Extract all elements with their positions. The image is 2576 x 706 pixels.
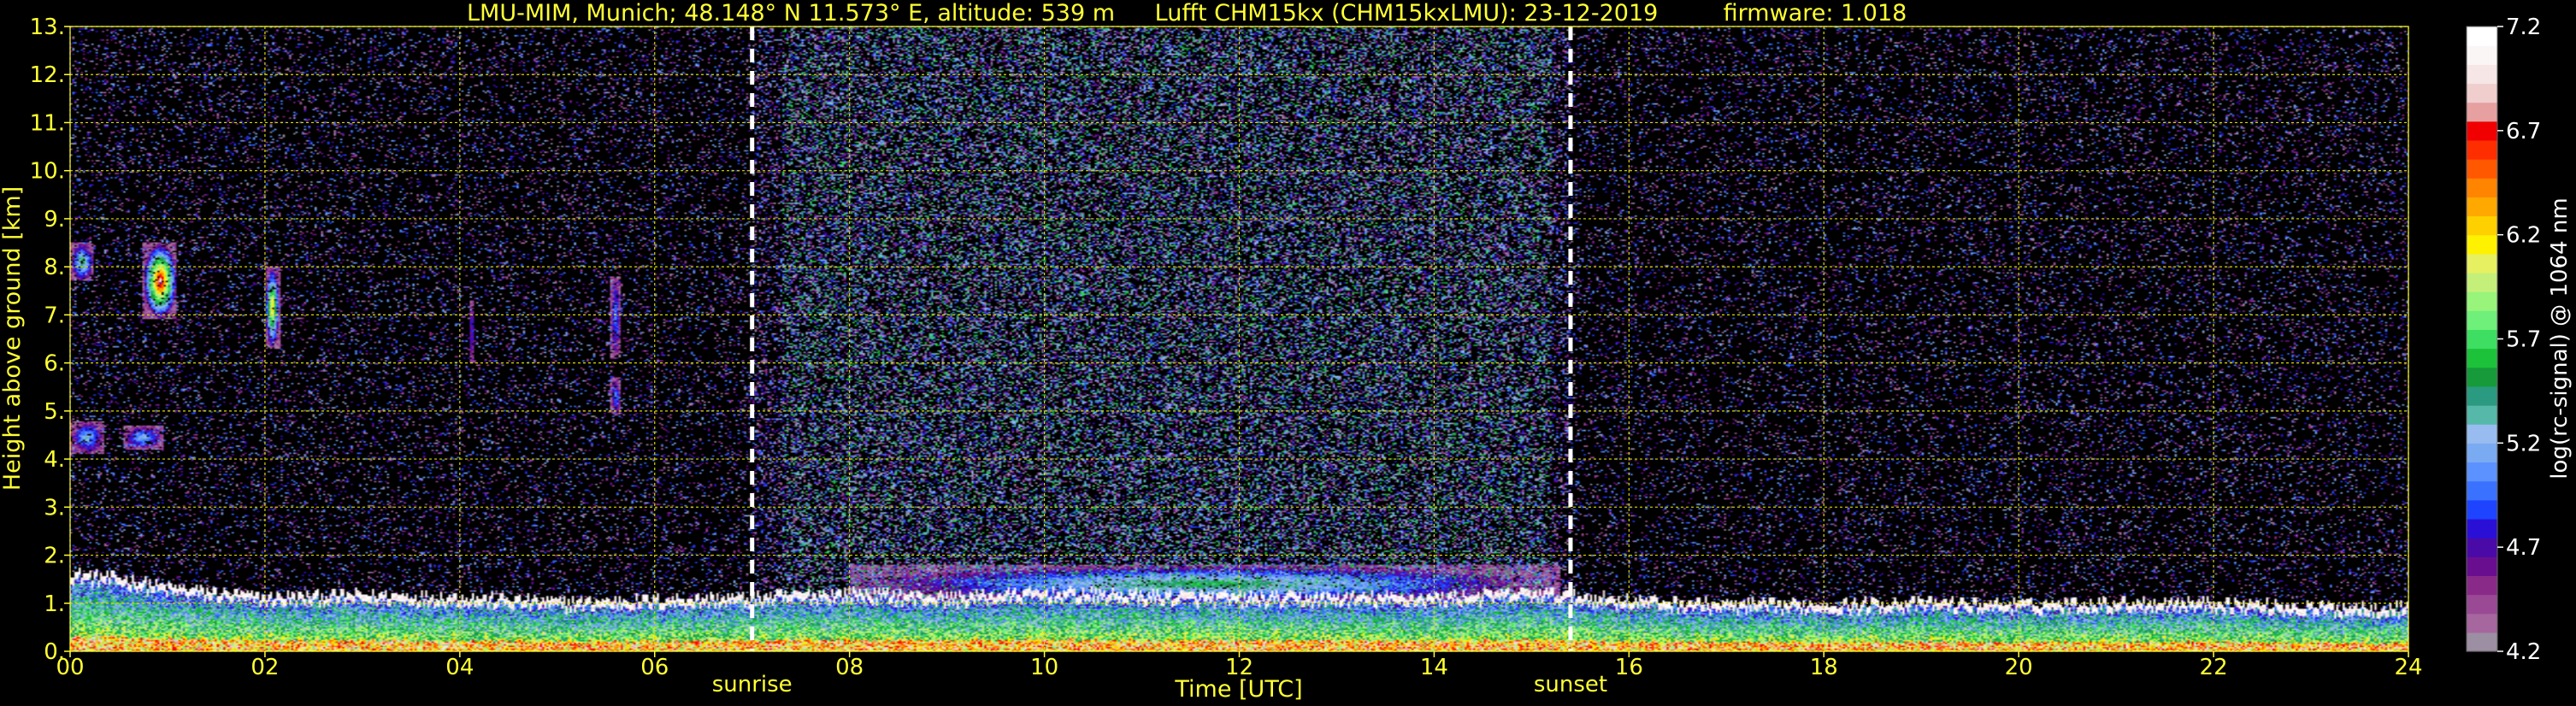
colorbar-segment [2467,443,2497,463]
colorbar-segment [2467,329,2497,350]
colorbar-label: log(rc-signal) @ 1064 nm [2547,197,2573,479]
x-tick-label: 18 [1810,655,1838,680]
colorbar-segment [2467,139,2497,160]
colorbar-segment [2467,26,2497,46]
colorbar-tick-label: 4.7 [2506,535,2541,561]
colorbar-segment [2467,45,2497,65]
colorbar-segment [2467,83,2497,103]
y-tick-label: 6. [44,351,65,377]
x-tick-label: 24 [2394,655,2422,680]
sunrise-label: sunrise [712,672,793,697]
x-tick-label: 00 [56,655,84,680]
y-tick-label: 13. [30,15,65,40]
colorbar-segment [2467,121,2497,141]
colorbar [2466,26,2498,652]
colorbar-segment [2467,291,2497,311]
colorbar-segment [2467,480,2497,501]
y-tick-label: 10. [30,159,65,185]
x-axis-label: Time [UTC] [1174,676,1302,703]
x-tick-label: 16 [1615,655,1643,680]
x-tick-label: 08 [835,655,864,680]
colorbar-segment [2467,159,2497,179]
colorbar-segment [2467,215,2497,236]
colorbar-ticks: 4.2 4.7 5.2 5.7 6.2 6.7 7.2 [2497,15,2541,665]
colorbar-tick-label: 4.2 [2506,639,2541,665]
x-tick-label: 20 [2005,655,2033,680]
colorbar-tick-label: 5.7 [2506,327,2541,353]
colorbar-segment [2467,613,2497,633]
sunset-label: sunset [1534,672,1607,697]
colorbar-segment [2467,594,2497,615]
x-tick-label: 10 [1030,655,1058,680]
chart-title: LMU-MIM, Munich; 48.148° N 11.573° E, al… [467,0,1115,26]
colorbar-segment [2467,385,2497,406]
colorbar-segment [2467,424,2497,444]
y-tick-label: 3. [44,495,65,521]
y-tick-label: 4. [44,447,65,473]
colorbar-segment [2467,499,2497,520]
y-tick-label: 9. [44,207,65,232]
colorbar-tick-label: 6.2 [2506,223,2541,249]
y-tick-label: 5. [44,399,65,425]
firmware-label: firmware: 1.018 [1724,0,1907,26]
chart-subtitle: Lufft CHM15kx (CHM15kxLMU): 23-12-2019 [1155,0,1659,26]
y-tick-label: 7. [44,303,65,328]
y-tick-label: 2. [44,544,65,569]
colorbar-segment [2467,102,2497,122]
x-tick-label: 22 [2200,655,2228,680]
colorbar-segment [2467,64,2497,85]
x-tick-label: 06 [640,655,669,680]
plot-area [69,26,2409,652]
y-tick-label: 1. [44,591,65,617]
colorbar-tick-label: 7.2 [2506,15,2541,40]
colorbar-segment [2467,632,2497,652]
colorbar-segment [2467,556,2497,576]
y-tick-label: 8. [44,255,65,280]
colorbar-segment [2467,462,2497,482]
colorbar-segment [2467,234,2497,255]
y-tick-label: 11. [30,110,65,136]
x-tick-label: 14 [1420,655,1448,680]
colorbar-segment [2467,197,2497,217]
colorbar-segment [2467,178,2497,197]
x-tick-label: 04 [445,655,474,680]
colorbar-tick-label: 5.2 [2506,431,2541,456]
ceilometer-figure: LMU-MIM, Munich; 48.148° N 11.573° E, al… [0,0,2573,703]
colorbar-segment [2467,575,2497,596]
colorbar-segment [2467,348,2497,368]
colorbar-tick-label: 6.7 [2506,119,2541,144]
colorbar-segment [2467,518,2497,538]
colorbar-segment [2467,310,2497,331]
colorbar-segment [2467,253,2497,274]
colorbar-segment [2467,538,2497,557]
colorbar-segment [2467,367,2497,387]
x-tick-label: 02 [251,655,279,680]
y-axis: 0.1.2.3.4.5.6.7.8.9.10.11.12.13. [30,15,70,665]
colorbar-segment [2467,405,2497,425]
y-tick-label: 12. [30,62,65,88]
colorbar-segment [2467,272,2497,292]
y-axis-label: Height above ground [km] [0,186,26,491]
